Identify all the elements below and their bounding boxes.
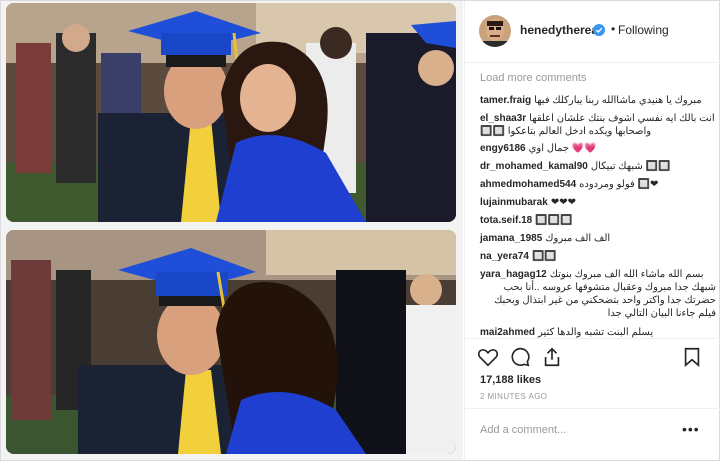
bookmark-icon[interactable] — [681, 346, 703, 368]
comment-item: ahmedmohamed544 فولو ومردوده 🔲❤ — [480, 178, 716, 191]
post-window: henedythereal • Following Load more comm… — [0, 0, 720, 461]
comment-username[interactable]: dr_mohamed_kamal90 — [480, 161, 588, 172]
comment-text: يسلم البنت تشبه والدها كثير — [538, 327, 654, 338]
comment-username[interactable]: na_yera74 — [480, 251, 529, 262]
following-button[interactable]: Following — [618, 23, 669, 37]
more-options-icon[interactable]: ••• — [682, 421, 700, 437]
comment-text: جمال اوي 💗💗 — [528, 143, 597, 154]
comment-text: بسم الله ماشاء الله الف مبروك بنوتك — [549, 269, 704, 280]
comment-username[interactable]: jamana_1985 — [480, 233, 542, 244]
comment-item: tamer.fraig مبروك يا هنيدي ماشاالله ربنا … — [480, 94, 716, 107]
comment-text: 🔲🔲 واصحابها ويكده ادخل العالم بتاعكوا — [480, 126, 652, 137]
comment-text: فيلم جاءنا البيان التالي جدا — [607, 308, 716, 319]
comment-continuation: حضرتك جدا واكتر واحد بتضحكني من غير ابتذ… — [480, 294, 716, 307]
load-more-comments-link[interactable]: Load more comments — [480, 72, 586, 84]
heart-icon[interactable] — [477, 346, 499, 368]
add-comment-section: ••• — [465, 408, 720, 461]
share-icon[interactable] — [541, 346, 563, 368]
comment-item: tota.seif.18 🔲🔲🔲 — [480, 214, 716, 227]
comment-username[interactable]: tota.seif.18 — [480, 215, 532, 226]
post-actions: 17,188 likes 2 MINUTES AGO — [465, 338, 720, 409]
comment-username[interactable]: tamer.fraig — [480, 95, 531, 106]
add-comment-input[interactable] — [480, 421, 680, 439]
comment-continuation: 🔲🔲 واصحابها ويكده ادخل العالم بتاعكوا — [480, 125, 716, 138]
comment-text: 🔲🔲🔲 — [535, 215, 573, 226]
comment-username[interactable]: engy6186 — [480, 143, 526, 154]
comment-text: الف الف مبروك — [545, 233, 611, 244]
post-sidebar: henedythereal • Following Load more comm… — [464, 1, 720, 460]
comment-username[interactable]: yara_hagag12 — [480, 269, 547, 280]
graduation-photo-top — [6, 3, 456, 222]
comment-text: حضرتك جدا واكتر واحد بتضحكني من غير ابتذ… — [494, 295, 716, 306]
comment-username[interactable]: el_shaa3r — [480, 113, 526, 124]
comment-text: ❤❤❤ — [550, 197, 576, 208]
comment-text: مبروك يا هنيدي ماشاالله ربنا يباركلك فيه… — [534, 95, 702, 106]
comment-item: na_yera74 🔲🔲 — [480, 250, 716, 263]
comment-continuation: فيلم جاءنا البيان التالي جدا — [480, 307, 716, 320]
comment-item: dr_mohamed_kamal90 شبهك تبيكال 🔲🔲 — [480, 160, 716, 173]
comment-text: شبهك تبيكال 🔲🔲 — [590, 161, 671, 172]
comment-username[interactable]: mai2ahmed — [480, 327, 535, 338]
comment-text: فولو ومردوده 🔲❤ — [579, 179, 659, 190]
comments-list[interactable]: Load more comments tamer.fraig مبروك يا ه… — [465, 62, 720, 338]
separator-dot: • — [611, 22, 616, 36]
comment-username[interactable]: ahmedmohamed544 — [480, 179, 576, 190]
likes-count[interactable]: 17,188 likes — [480, 374, 541, 386]
comment-item: engy6186 جمال اوي 💗💗 — [480, 142, 716, 155]
comment-icon[interactable] — [509, 346, 531, 368]
comment-item: el_shaa3r انت بالك ايه نفسي اشوف بنتك علش… — [480, 112, 716, 125]
comment-item: jamana_1985 الف الف مبروك — [480, 232, 716, 245]
comment-item: lujainmubarak ❤❤❤ — [480, 196, 716, 209]
comment-item: mai2ahmed يسلم البنت تشبه والدها كثير — [480, 326, 716, 338]
username-link[interactable]: henedythereal — [520, 23, 601, 37]
post-media[interactable] — [1, 1, 463, 460]
post-timestamp[interactable]: 2 MINUTES AGO — [480, 392, 547, 401]
comment-continuation: شبهك جدا مبروك وعقبال متشوفها عروسه ..أن… — [480, 281, 716, 294]
avatar[interactable] — [479, 15, 511, 47]
comment-text: شبهك جدا مبروك وعقبال متشوفها عروسه ..أن… — [503, 282, 716, 293]
comment-item: yara_hagag12 بسم الله ماشاء الله الف مبرو… — [480, 268, 716, 281]
graduation-photo-bottom — [6, 230, 456, 454]
verified-badge-icon — [593, 23, 605, 36]
comment-text: 🔲🔲 — [531, 251, 557, 262]
post-header: henedythereal • Following — [465, 1, 720, 63]
comment-text: انت بالك ايه نفسي اشوف بنتك علشان اعلقها — [529, 113, 715, 124]
comment-username[interactable]: lujainmubarak — [480, 197, 548, 208]
